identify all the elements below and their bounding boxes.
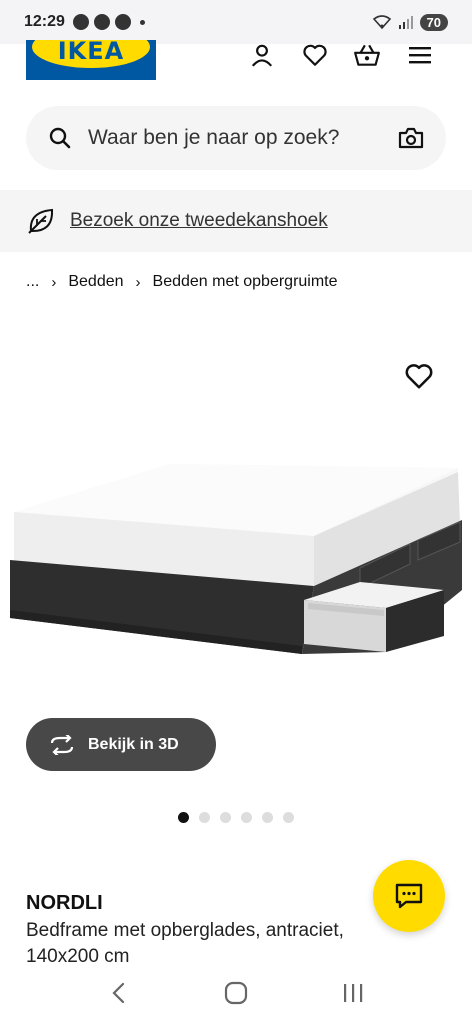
chevron-right-icon: ›	[51, 273, 57, 291]
home-icon	[224, 981, 248, 1005]
more-notifications-icon	[139, 19, 145, 25]
wishlist-button[interactable]	[297, 40, 333, 70]
account-button[interactable]	[244, 40, 280, 70]
product-image[interactable]	[0, 440, 472, 700]
product-name: NORDLI	[26, 892, 103, 914]
pagination-dot[interactable]	[262, 812, 273, 823]
search-input[interactable]: Waar ben je naar op zoek?	[88, 126, 398, 150]
pagination-dot[interactable]	[199, 812, 210, 823]
view-in-3d-label: Bekijk in 3D	[88, 735, 179, 753]
camera-icon[interactable]	[398, 127, 424, 149]
recents-button[interactable]	[333, 973, 373, 1013]
menu-button[interactable]	[402, 40, 438, 70]
breadcrumb: ... › Bedden › Bedden met opbergruimte	[26, 270, 338, 294]
search-icon	[49, 127, 71, 149]
heart-icon	[405, 364, 433, 389]
recents-icon	[344, 984, 363, 1002]
site-header: IKEA	[0, 40, 472, 82]
chat-button[interactable]	[373, 860, 445, 932]
ikea-logo[interactable]: IKEA	[26, 40, 156, 80]
back-button[interactable]	[99, 973, 139, 1013]
heart-icon	[303, 44, 327, 66]
status-bar: 12:29 70	[0, 0, 472, 44]
search-bar[interactable]: Waar ben je naar op zoek?	[26, 106, 446, 170]
image-pagination	[178, 812, 294, 823]
chat-icon	[395, 883, 423, 909]
pagination-dot[interactable]	[220, 812, 231, 823]
view-in-3d-button[interactable]: Bekijk in 3D	[26, 718, 216, 771]
notification-icon	[72, 14, 89, 30]
second-chance-link[interactable]: Bezoek onze tweedekanshoek	[70, 210, 328, 232]
add-to-wishlist-button[interactable]	[404, 362, 436, 392]
cart-button[interactable]	[349, 40, 385, 70]
breadcrumb-item-bedden[interactable]: Bedden	[68, 273, 123, 291]
pagination-dot[interactable]	[178, 812, 189, 823]
leaf-icon	[28, 208, 54, 234]
signal-icon	[398, 16, 413, 29]
pagination-dot[interactable]	[283, 812, 294, 823]
wifi-icon	[372, 15, 391, 30]
second-chance-banner[interactable]: Bezoek onze tweedekanshoek	[0, 190, 472, 252]
logo-text: IKEA	[57, 40, 125, 65]
basket-icon	[354, 44, 380, 66]
status-time: 12:29	[24, 13, 65, 30]
breadcrumb-item-storage-beds[interactable]: Bedden met opbergruimte	[153, 273, 338, 291]
pagination-dot[interactable]	[241, 812, 252, 823]
menu-icon	[409, 47, 431, 64]
breadcrumb-ellipsis[interactable]: ...	[26, 273, 39, 291]
account-icon	[251, 44, 273, 67]
battery-indicator: 70	[419, 13, 448, 31]
home-button[interactable]	[216, 973, 256, 1013]
back-icon	[112, 982, 124, 1004]
chevron-right-icon: ›	[135, 273, 141, 291]
system-navigation-bar	[0, 962, 472, 1024]
rotate-3d-icon	[50, 734, 74, 755]
notification-icon	[93, 14, 110, 30]
notification-icon	[114, 14, 131, 30]
